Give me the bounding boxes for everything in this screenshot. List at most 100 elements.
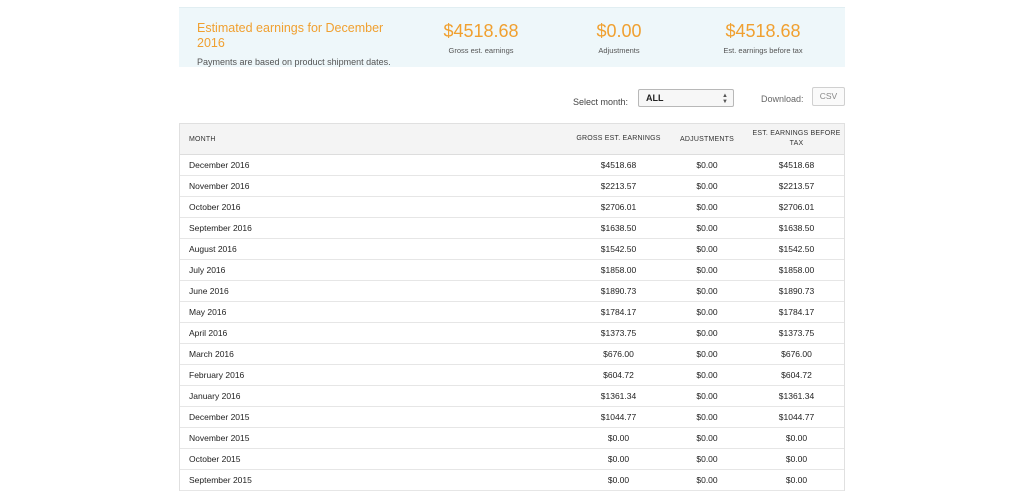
table-row: November 2015 $0.00 $0.00 $0.00 (180, 428, 844, 449)
cell-month: January 2016 (189, 391, 241, 401)
select-month-value: ALL (646, 93, 664, 103)
cell-gross-earnings: $676.00 (603, 349, 634, 359)
cell-adjustments: $0.00 (696, 244, 718, 254)
gross-earnings-value: $4518.68 (443, 21, 519, 41)
table-row: May 2016 $1784.17 $0.00 $1784.17 (180, 302, 844, 323)
cell-month: October 2015 (189, 454, 241, 464)
cell-gross-earnings: $1373.75 (600, 328, 637, 338)
cell-before-tax: $0.00 (785, 475, 808, 485)
table-row: February 2016 $604.72 $0.00 $604.72 (180, 365, 844, 386)
cell-before-tax: $1361.34 (778, 391, 815, 401)
cell-before-tax: $0.00 (785, 433, 808, 443)
cell-month: December 2016 (189, 160, 250, 170)
table-row: August 2016 $1542.50 $0.00 $1542.50 (180, 239, 844, 260)
table-row: September 2016 $1638.50 $0.00 $1638.50 (180, 218, 844, 239)
before-tax-label: Est. earnings before tax (723, 46, 803, 55)
cell-adjustments: $0.00 (696, 328, 718, 338)
cell-adjustments: $0.00 (696, 307, 718, 317)
cell-adjustments: $0.00 (696, 349, 718, 359)
csv-download-button[interactable]: CSV (812, 87, 845, 106)
updown-arrows-icon: ▲ ▼ (722, 93, 728, 105)
table-row: November 2016 $2213.57 $0.00 $2213.57 (180, 176, 844, 197)
cell-adjustments: $0.00 (696, 265, 718, 275)
cell-gross-earnings: $2706.01 (600, 202, 637, 212)
summary-title: Estimated earnings for December 2016 (197, 21, 384, 50)
adjustments-stat: $0.00 Adjustments (569, 21, 669, 55)
cell-before-tax: $1542.50 (778, 244, 815, 254)
cell-gross-earnings: $1784.17 (600, 307, 637, 317)
table-row: December 2015 $1044.77 $0.00 $1044.77 (180, 407, 844, 428)
earnings-report: Estimated earnings for December 2016 Pay… (179, 7, 845, 491)
cell-before-tax: $676.00 (781, 349, 812, 359)
cell-before-tax: $2706.01 (778, 202, 815, 212)
cell-month: September 2015 (189, 475, 252, 485)
cell-month: August 2016 (189, 244, 237, 254)
cell-gross-earnings: $0.00 (607, 475, 630, 485)
cell-month: March 2016 (189, 349, 234, 359)
earnings-table: MONTH GROSS EST. EARNINGS ADJUSTMENTS ES… (179, 123, 845, 491)
header-before-tax[interactable]: EST. EARNINGS BEFORE TAX (749, 129, 844, 149)
table-row: September 2015 $0.00 $0.00 $0.00 (180, 470, 844, 491)
cell-month: May 2016 (189, 307, 227, 317)
cell-adjustments: $0.00 (696, 454, 718, 464)
cell-adjustments: $0.00 (696, 475, 718, 485)
header-gross-earnings[interactable]: GROSS EST. EARNINGS (572, 134, 665, 144)
table-row: December 2016 $4518.68 $0.00 $4518.68 (180, 155, 844, 176)
table-row: June 2016 $1890.73 $0.00 $1890.73 (180, 281, 844, 302)
summary-note: Payments are based on product shipment d… (197, 57, 391, 67)
cell-adjustments: $0.00 (696, 160, 718, 170)
select-month-label: Select month: (573, 97, 629, 107)
cell-adjustments: $0.00 (696, 391, 718, 401)
adjustments-value: $0.00 (596, 21, 642, 41)
header-adjustments[interactable]: ADJUSTMENTS (665, 136, 749, 143)
table-row: July 2016 $1858.00 $0.00 $1858.00 (180, 260, 844, 281)
cell-before-tax: $1784.17 (778, 307, 815, 317)
cell-month: April 2016 (189, 328, 228, 338)
cell-gross-earnings: $1858.00 (600, 265, 637, 275)
select-month-dropdown[interactable]: ALL ▲ ▼ (638, 89, 734, 107)
cell-gross-earnings: $1361.34 (600, 391, 637, 401)
cell-month: July 2016 (189, 265, 226, 275)
cell-before-tax: $1858.00 (778, 265, 815, 275)
table-row: January 2016 $1361.34 $0.00 $1361.34 (180, 386, 844, 407)
cell-gross-earnings: $1044.77 (600, 412, 637, 422)
gross-earnings-stat: $4518.68 Gross est. earnings (431, 21, 531, 55)
cell-before-tax: $0.00 (785, 454, 808, 464)
cell-before-tax: $2213.57 (778, 181, 815, 191)
table-row: March 2016 $676.00 $0.00 $676.00 (180, 344, 844, 365)
table-header-row: MONTH GROSS EST. EARNINGS ADJUSTMENTS ES… (180, 124, 844, 155)
cell-month: November 2016 (189, 181, 250, 191)
cell-month: February 2016 (189, 370, 245, 380)
cell-month: June 2016 (189, 286, 229, 296)
before-tax-value: $4518.68 (725, 21, 801, 41)
cell-month: September 2016 (189, 223, 252, 233)
cell-before-tax: $604.72 (781, 370, 812, 380)
cell-gross-earnings: $1542.50 (600, 244, 637, 254)
cell-gross-earnings: $0.00 (607, 433, 630, 443)
cell-gross-earnings: $604.72 (603, 370, 634, 380)
table-row: October 2016 $2706.01 $0.00 $2706.01 (180, 197, 844, 218)
cell-before-tax: $1638.50 (778, 223, 815, 233)
cell-adjustments: $0.00 (696, 370, 718, 380)
cell-gross-earnings: $1890.73 (600, 286, 637, 296)
before-tax-stat: $4518.68 Est. earnings before tax (713, 21, 813, 55)
table-row: April 2016 $1373.75 $0.00 $1373.75 (180, 323, 844, 344)
header-month[interactable]: MONTH (180, 136, 572, 143)
cell-adjustments: $0.00 (696, 412, 718, 422)
cell-adjustments: $0.00 (696, 202, 718, 212)
adjustments-label: Adjustments (598, 46, 640, 55)
cell-month: November 2015 (189, 433, 250, 443)
report-controls: Select month: ALL ▲ ▼ Download: CSV (179, 67, 845, 123)
cell-adjustments: $0.00 (696, 433, 718, 443)
gross-earnings-label: Gross est. earnings (448, 46, 514, 55)
earnings-summary-panel: Estimated earnings for December 2016 Pay… (179, 7, 845, 67)
cell-month: December 2015 (189, 412, 250, 422)
download-label: Download: (761, 94, 804, 104)
cell-gross-earnings: $1638.50 (600, 223, 637, 233)
cell-month: October 2016 (189, 202, 241, 212)
cell-gross-earnings: $0.00 (607, 454, 630, 464)
table-row: October 2015 $0.00 $0.00 $0.00 (180, 449, 844, 470)
table-body: December 2016 $4518.68 $0.00 $4518.68 Novemb… (180, 155, 844, 491)
cell-adjustments: $0.00 (696, 181, 718, 191)
cell-adjustments: $0.00 (696, 286, 718, 296)
